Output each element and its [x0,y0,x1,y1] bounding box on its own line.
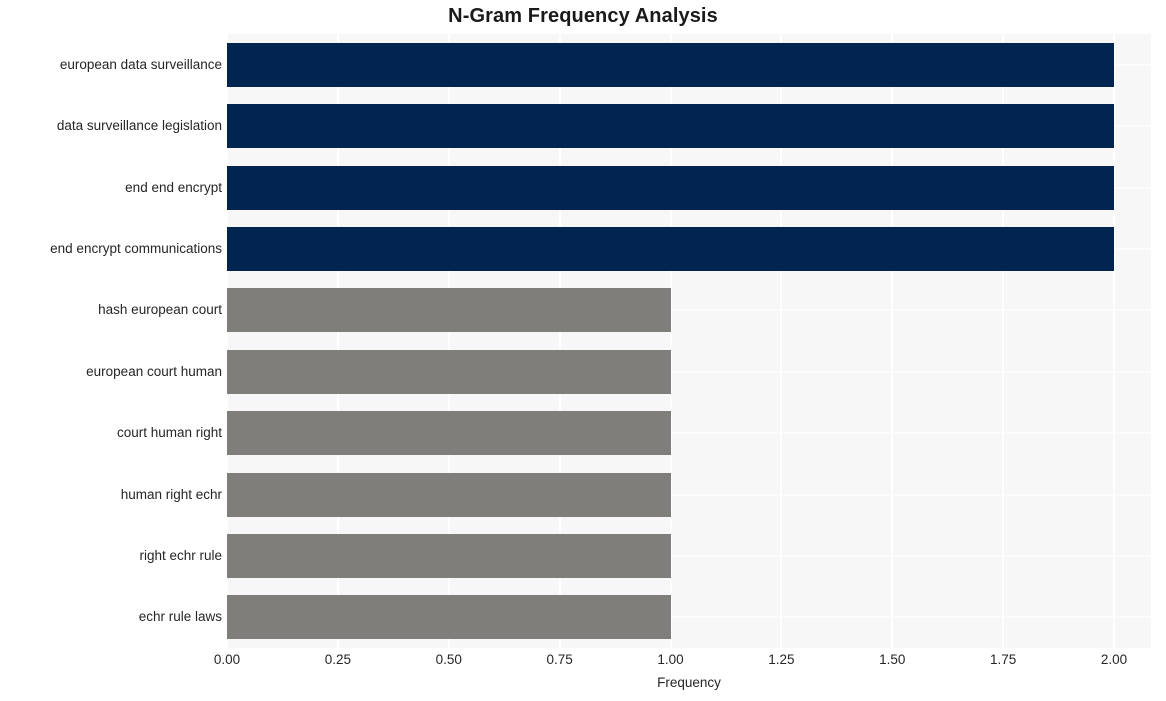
x-axis-tick-label: 1.00 [657,652,684,667]
x-axis-tick-label: 2.00 [1100,652,1128,667]
y-axis-tick-label: end end encrypt [125,179,222,195]
bar[interactable] [227,533,671,578]
x-axis-tick-label: 1.25 [768,652,795,667]
plot-area [227,34,1151,648]
y-axis-tick-label: hash european court [98,302,222,318]
bar[interactable] [227,472,671,517]
bar[interactable] [227,595,671,640]
bar[interactable] [227,226,1114,271]
bar[interactable] [227,104,1114,149]
y-axis-tick-label: end encrypt communications [50,240,222,256]
x-axis-tick-label: 0.00 [213,652,241,667]
y-axis-tick-label: court human right [116,425,222,441]
y-axis-tick-label: human right echr [120,486,222,502]
bar[interactable] [227,349,671,394]
y-axis-tick-label: right echr rule [139,547,222,563]
x-axis-tick-label: 0.50 [435,652,462,667]
x-axis-tick-label: 1.50 [879,652,906,667]
x-axis-tick-label: 0.75 [546,652,573,667]
bar[interactable] [227,288,671,333]
bar[interactable] [227,411,671,456]
x-axis-label: Frequency [657,675,721,690]
y-axis-tick-label: echr rule laws [138,609,222,625]
y-axis-tick-label: european court human [86,363,222,379]
x-axis-tick-label: 1.75 [989,652,1017,667]
bar[interactable] [227,165,1114,210]
y-axis-tick-label: european data surveillance [59,56,222,72]
y-axis-tick-label: data surveillance legislation [56,118,222,134]
chart-title: N-Gram Frequency Analysis [448,5,718,27]
chart-figure: N-Gram Frequency Analysis european data … [0,0,1166,701]
x-axis-tick-label: 0.25 [324,652,352,667]
bar[interactable] [227,42,1114,87]
